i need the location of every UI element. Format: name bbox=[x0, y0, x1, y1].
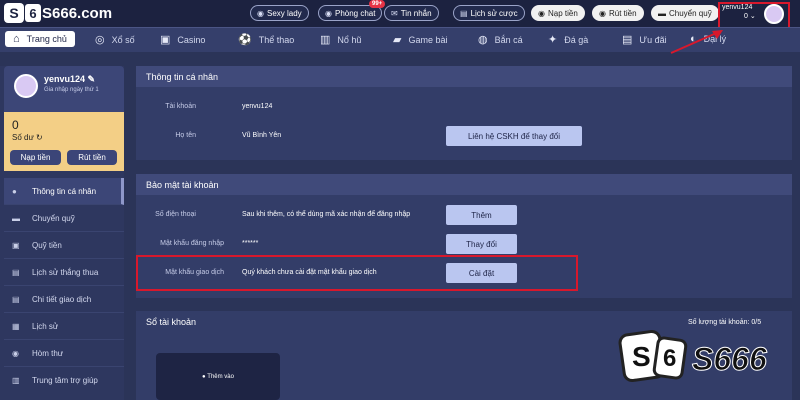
help-icon: ▥ bbox=[12, 376, 20, 385]
nav-casino[interactable]: ▣ Casino bbox=[160, 33, 205, 46]
account-value: yenvu124 bbox=[242, 103, 273, 110]
panel-title: Thông tin cá nhân bbox=[136, 66, 792, 87]
user-icon: ● bbox=[12, 186, 17, 196]
login-password-value: ****** bbox=[242, 240, 259, 247]
transfer-icon: ▬ bbox=[658, 8, 666, 18]
add-account-card[interactable]: ● Thêm vào bbox=[156, 353, 280, 400]
nav-sports[interactable]: ⚽ Thể thao bbox=[238, 33, 294, 46]
sidebar-item-history[interactable]: ▦ Lịch sử bbox=[4, 313, 124, 340]
chat-badge: 99+ bbox=[369, 0, 386, 8]
contact-support-button[interactable]: Liên hệ CSKH để thay đổi bbox=[446, 126, 582, 146]
nav-fishing[interactable]: ◍ Bắn cá bbox=[478, 33, 523, 46]
logo-text: S666.com bbox=[42, 4, 113, 22]
sexy-lady-button[interactable]: ◉ Sexy lady bbox=[250, 5, 309, 21]
nav-cockfight[interactable]: ✦ Đá gà bbox=[548, 33, 588, 46]
highlight-box bbox=[136, 255, 578, 291]
chat-room-icon: ◉ bbox=[325, 8, 332, 18]
account-count: Số lượng tài khoản: 0/5 bbox=[688, 319, 762, 326]
sidebar-item-win-loss[interactable]: ▤ Lịch sử thắng thua bbox=[4, 259, 124, 286]
transfer-icon: ▬ bbox=[12, 213, 20, 223]
mailbox-icon: ◉ bbox=[12, 348, 19, 358]
sidebar-item-transfer[interactable]: ▬ Chuyển quỹ bbox=[4, 205, 124, 232]
card-game-icon: ▰ bbox=[393, 34, 402, 46]
edit-icon[interactable]: ✎ bbox=[88, 74, 96, 84]
profile-username: yenvu124 bbox=[44, 74, 86, 84]
bet-history-button[interactable]: ▤ Lịch sử cược bbox=[453, 5, 525, 21]
panel-title: Bảo mật tài khoản bbox=[136, 174, 792, 195]
login-password-label: Mật khẩu đăng nhập bbox=[160, 240, 224, 247]
avatar[interactable] bbox=[14, 74, 38, 98]
sports-icon: ⚽ bbox=[238, 34, 252, 46]
promotion-icon: ▤ bbox=[622, 34, 633, 46]
withdraw-button[interactable]: Rút tiền bbox=[67, 150, 117, 165]
brand-dice-letter: S bbox=[632, 341, 651, 372]
brand-watermark: S 6 S666 bbox=[618, 327, 798, 393]
sidebar-item-transactions[interactable]: ▤ Chi tiết giao dịch bbox=[4, 286, 124, 313]
deposit-button[interactable]: ◉ Nạp tiền bbox=[531, 5, 585, 21]
top-bar: S 6 S666.com ◉ Sexy lady ◉ Phòng chat 99+ … bbox=[0, 0, 800, 27]
fund-icon: ▣ bbox=[12, 240, 20, 250]
withdraw-button[interactable]: ◉ Rút tiền bbox=[592, 5, 644, 21]
transfer-button[interactable]: ▬ Chuyển quỹ bbox=[651, 5, 719, 21]
site-logo[interactable]: S 6 S666.com bbox=[4, 3, 112, 23]
bet-history-icon: ▤ bbox=[460, 8, 468, 18]
phone-label: Số điện thoại bbox=[155, 211, 196, 218]
transaction-icon: ▤ bbox=[12, 294, 20, 304]
change-password-button[interactable]: Thay đổi bbox=[446, 234, 517, 254]
nav-slots[interactable]: ▥ Nổ hũ bbox=[320, 33, 361, 46]
cockfight-icon: ✦ bbox=[548, 34, 558, 46]
brand-dice-mark: 6 bbox=[663, 345, 677, 372]
deposit-icon: ◉ bbox=[538, 8, 545, 18]
phone-hint: Sau khi thêm, có thể dùng mã xác nhận để… bbox=[242, 211, 411, 218]
sidebar-item-help[interactable]: ▥ Trung tâm trợ giúp bbox=[4, 367, 124, 394]
casino-icon: ▣ bbox=[160, 34, 171, 46]
add-phone-button[interactable]: Thêm bbox=[446, 205, 517, 225]
win-loss-icon: ▤ bbox=[12, 267, 20, 277]
sidebar-item-mailbox[interactable]: ◉ Hòm thư bbox=[4, 340, 124, 367]
arrow-annotation-icon bbox=[670, 30, 723, 54]
deposit-button[interactable]: Nạp tiền bbox=[10, 150, 61, 165]
nav-card-game[interactable]: ▰ Game bài bbox=[393, 33, 448, 46]
history-icon: ▦ bbox=[12, 321, 20, 331]
withdraw-icon: ◉ bbox=[599, 8, 606, 18]
nav-promotion[interactable]: ▤ Ưu đãi bbox=[622, 33, 667, 46]
lottery-icon: ◎ bbox=[95, 34, 105, 46]
fishing-icon: ◍ bbox=[478, 34, 488, 46]
account-label: Tài khoản bbox=[165, 103, 196, 110]
join-text: Gia nhập ngày thứ 1 bbox=[44, 87, 99, 93]
balance-value: 0 bbox=[12, 118, 19, 132]
sidebar-item-fund[interactable]: ▣ Quỹ tiền bbox=[4, 232, 124, 259]
logo-dice-icon: 6 bbox=[25, 4, 41, 22]
slots-icon: ▥ bbox=[320, 34, 331, 46]
name-label: Họ tên bbox=[175, 132, 196, 139]
sidebar-item-personal-info[interactable]: ● Thông tin cá nhân bbox=[4, 178, 124, 205]
brand-text: S666 bbox=[692, 341, 768, 378]
refresh-icon[interactable]: ↻ bbox=[36, 133, 43, 142]
message-icon: ✉ bbox=[391, 8, 398, 18]
balance-card: 0 Số dư ↻ Nạp tiền Rút tiền bbox=[4, 112, 124, 171]
sexy-lady-icon: ◉ bbox=[257, 8, 264, 18]
name-value: Vũ Bình Yên bbox=[242, 132, 282, 139]
nav-home[interactable]: ⌂ Trang chủ bbox=[5, 31, 75, 47]
home-icon: ⌂ bbox=[13, 33, 20, 45]
nav-lottery[interactable]: ◎ Xổ số bbox=[95, 33, 135, 46]
logo-dice-icon: S bbox=[4, 3, 24, 23]
message-button[interactable]: ✉ Tin nhắn bbox=[384, 5, 439, 21]
balance-label: Số dư bbox=[12, 133, 34, 142]
